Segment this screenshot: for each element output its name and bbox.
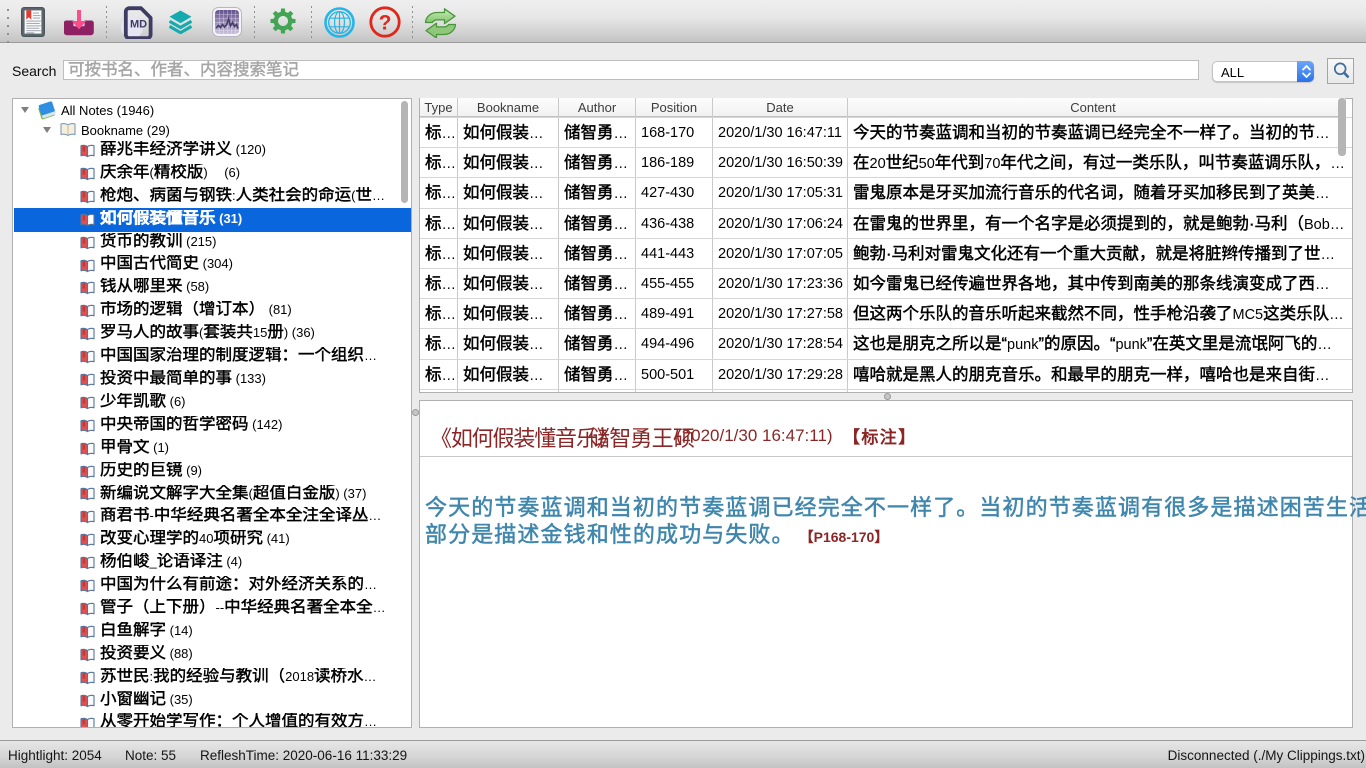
svg-text:?: ? xyxy=(379,12,392,35)
svg-text:MD: MD xyxy=(130,19,147,31)
